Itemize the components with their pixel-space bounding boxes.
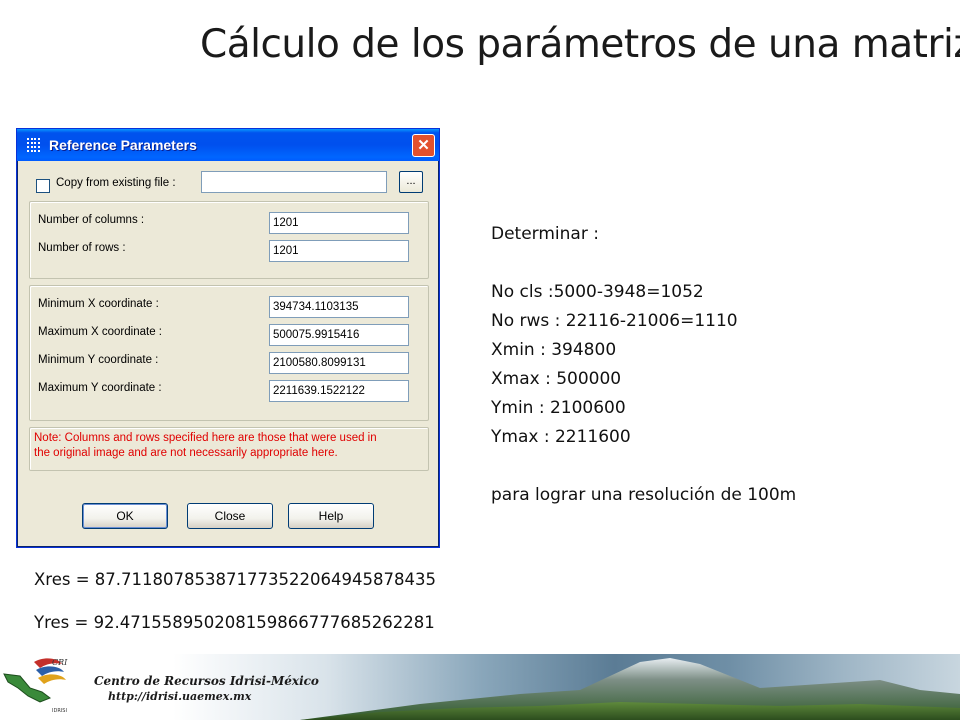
close-window-icon[interactable]: ✕ — [412, 133, 435, 157]
notes-goal: para lograr una resolución de 100m — [491, 485, 797, 505]
notes-ymax: Ymax : 2211600 — [491, 427, 631, 447]
note-line-1: Note: Columns and rows specified here ar… — [34, 432, 377, 444]
min-y-input[interactable]: 2100580.8099131 — [269, 352, 409, 374]
columns-input[interactable]: 1201 — [269, 212, 409, 234]
notes-heading: Determinar : — [491, 224, 599, 244]
min-x-input[interactable]: 394734.1103135 — [269, 296, 409, 318]
notes-spacer-2 — [491, 452, 796, 481]
cri-logo-text: CRI — [52, 658, 68, 667]
footer-title: Centro de Recursos Idrisi-México — [94, 674, 319, 688]
close-button[interactable]: Close — [187, 503, 273, 529]
yres-text: Yres = 92.471558950208159866777685262281 — [34, 613, 435, 632]
ok-button[interactable]: OK — [82, 503, 168, 529]
note-line-2: the original image and are not necessari… — [34, 447, 338, 459]
copy-from-file-checkbox[interactable] — [36, 179, 50, 193]
help-button[interactable]: Help — [288, 503, 374, 529]
slide-title: Cálculo de los parámetros de una matriz — [200, 22, 960, 67]
notes-spacer — [491, 249, 796, 278]
notes-rows: No rws : 22116-21006=1110 — [491, 311, 738, 331]
rows-label: Number of rows : — [38, 242, 126, 254]
dialog-titlebar[interactable]: Reference Parameters ✕ — [17, 129, 439, 161]
footer-banner: CRI IDRISI Centro de Recursos Idrisi-Méx… — [0, 654, 960, 720]
max-x-label: Maximum X coordinate : — [38, 326, 162, 338]
xres-text: Xres = 87.711807853871773522064945878435 — [34, 570, 436, 589]
dialog-title: Reference Parameters — [49, 137, 197, 153]
idrisi-logo-text: IDRISI — [52, 708, 67, 714]
reference-parameters-dialog: Reference Parameters ✕ Copy from existin… — [16, 128, 440, 548]
existing-file-input[interactable] — [201, 171, 387, 193]
min-y-label: Minimum Y coordinate : — [38, 354, 159, 366]
copy-from-file-label: Copy from existing file : — [56, 177, 176, 189]
browse-file-button[interactable]: ... — [399, 171, 423, 193]
columns-label: Number of columns : — [38, 214, 145, 226]
notes-xmax: Xmax : 500000 — [491, 369, 622, 389]
notes-xmin: Xmin : 394800 — [491, 340, 617, 360]
footer-url[interactable]: http://idrisi.uaemex.mx — [108, 690, 251, 703]
app-icon — [27, 138, 41, 152]
calculation-notes: Determinar : No cls :5000-3948=1052 No r… — [491, 220, 796, 510]
max-x-input[interactable]: 500075.9915416 — [269, 324, 409, 346]
notes-ymin: Ymin : 2100600 — [491, 398, 626, 418]
rows-input[interactable]: 1201 — [269, 240, 409, 262]
notes-cols: No cls :5000-3948=1052 — [491, 282, 704, 302]
max-y-label: Maximum Y coordinate : — [38, 382, 162, 394]
min-x-label: Minimum X coordinate : — [38, 298, 159, 310]
max-y-input[interactable]: 2211639.1522122 — [269, 380, 409, 402]
